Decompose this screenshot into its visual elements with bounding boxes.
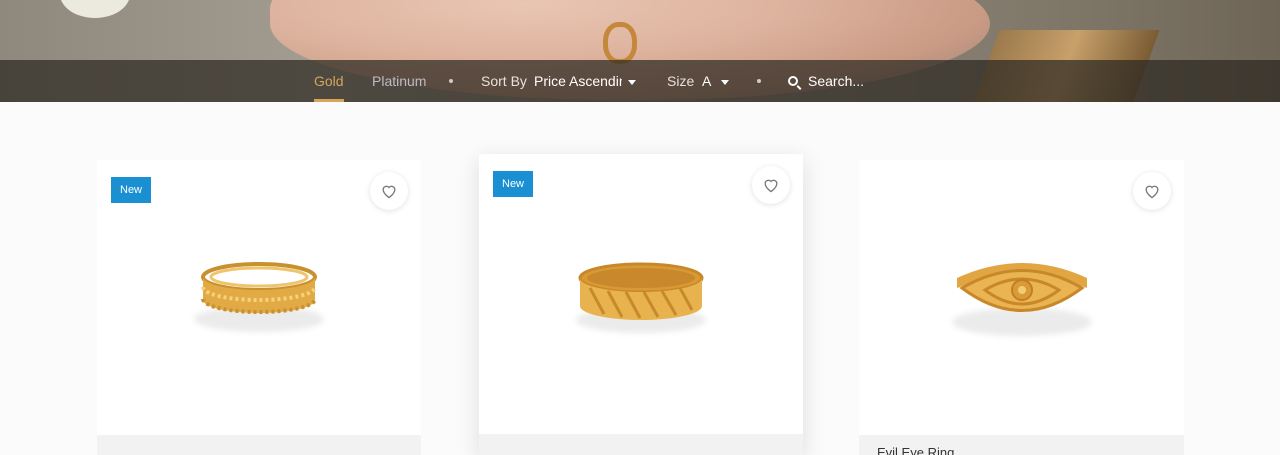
product-image — [956, 263, 1087, 312]
sort-by-label: Sort By — [481, 73, 527, 89]
product-footer — [97, 435, 421, 455]
product-footer — [479, 434, 803, 455]
chevron-down-icon — [721, 79, 730, 85]
filter-bar: Gold Platinum Sort By Price Ascending Si… — [0, 60, 1280, 102]
heart-icon — [764, 179, 778, 193]
tab-gold[interactable]: Gold — [314, 60, 344, 102]
search-placeholder: Search... — [808, 73, 865, 89]
size-select[interactable]: A — [702, 60, 730, 102]
sort-select-value: Price Ascending — [534, 73, 622, 89]
sort-select[interactable]: Price Ascending — [534, 60, 644, 102]
product-footer: Evil Eye Ring — [859, 435, 1184, 455]
product-title: Evil Eye Ring — [877, 445, 955, 455]
chevron-down-icon — [628, 79, 636, 85]
hero-ring-image — [603, 22, 637, 64]
product-card[interactable]: New — [479, 154, 803, 455]
size-select-value: A — [702, 73, 712, 89]
heart-icon — [382, 185, 396, 199]
product-card[interactable]: Evil Eye Ring — [859, 160, 1184, 455]
product-image — [201, 262, 317, 314]
wishlist-button[interactable] — [752, 166, 790, 204]
hero-flower — [60, 0, 130, 18]
heart-icon — [1145, 185, 1159, 199]
search-input[interactable]: Search... — [788, 60, 864, 102]
separator-dot — [449, 79, 453, 83]
tab-platinum[interactable]: Platinum — [372, 60, 426, 102]
wishlist-button[interactable] — [1133, 172, 1171, 210]
size-label: Size — [667, 73, 695, 89]
wishlist-button[interactable] — [370, 172, 408, 210]
product-card[interactable]: New — [97, 160, 421, 455]
separator-dot — [757, 79, 761, 83]
product-image — [578, 262, 704, 320]
new-badge: New — [111, 177, 152, 203]
search-icon — [788, 76, 798, 87]
new-badge: New — [493, 171, 534, 197]
